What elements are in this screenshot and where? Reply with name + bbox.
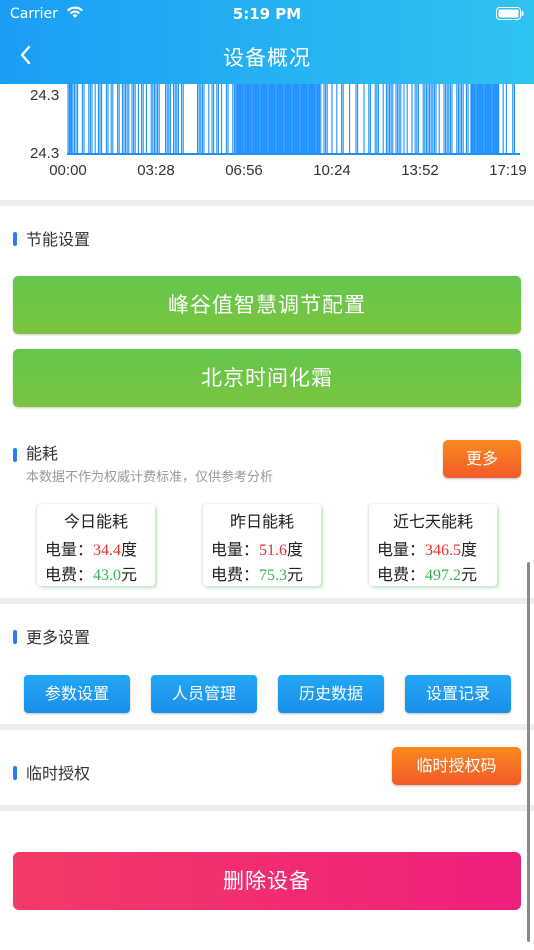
section-marker	[13, 766, 17, 780]
card-cost-row: 电费：43.0元	[45, 565, 138, 584]
status-bar: Carrier 5:19 PM	[0, 0, 534, 30]
chart-svg: 24.3 24.3 00:00 03:28 06:56 10:24 13:52 17:19	[30, 84, 527, 179]
page-title: 设备概况	[223, 46, 311, 70]
card-title: 近七天能耗	[392, 512, 473, 531]
battery-icon	[496, 7, 524, 20]
card-power-row: 电量：34.4度	[45, 540, 138, 559]
scrollbar[interactable]	[527, 562, 530, 942]
section-marker	[13, 232, 17, 246]
card-title: 今日能耗	[63, 512, 128, 531]
temperature-chart: 24.3 24.3 00:00 03:28 06:56 10:24 13:52 17:19	[0, 84, 534, 184]
card-power-row: 电量：51.6度	[211, 540, 304, 559]
x-tick-label: 17:19	[489, 162, 527, 179]
staff-management-button[interactable]: 人员管理	[151, 675, 257, 713]
y-tick-label: 24.3	[30, 145, 59, 162]
param-settings-button[interactable]: 参数设置	[24, 675, 130, 713]
section-marker	[13, 630, 17, 644]
more-settings-title: 更多设置	[13, 624, 90, 648]
x-tick-label: 03:28	[137, 162, 175, 179]
energy-card-seven-days: 近七天能耗 电量：346.5度 电费：497.2元	[369, 504, 497, 586]
delete-device-button[interactable]: 删除设备	[13, 852, 521, 910]
x-tick-label: 00:00	[49, 162, 87, 179]
energy-title	[13, 440, 26, 465]
section-divider	[0, 724, 534, 730]
energy-card-yesterday: 昨日能耗 电量：51.6度 电费：75.3元	[203, 504, 321, 586]
energy-title-text: 能耗	[26, 444, 59, 463]
x-axis-tick-labels: 00:00 03:28 06:56 10:24 13:52 17:19	[49, 162, 527, 179]
section-marker	[13, 448, 17, 462]
status-time: 5:19 PM	[232, 5, 302, 23]
card-power-row: 电量：346.5度	[377, 540, 478, 559]
y-tick-label: 24.3	[30, 87, 59, 104]
x-tick-label: 10:24	[313, 162, 351, 179]
history-data-button[interactable]: 历史数据	[278, 675, 384, 713]
x-tick-label: 13:52	[401, 162, 439, 179]
card-cost-row: 电费：497.2元	[377, 565, 478, 584]
temp-auth-code-button[interactable]: 临时授权码	[392, 747, 521, 785]
temp-auth-title: 临时授权	[13, 760, 90, 784]
more-button[interactable]: 更多	[443, 440, 521, 478]
section-divider	[0, 200, 534, 206]
section-divider	[0, 805, 534, 811]
nav-bar: 设备概况	[0, 34, 534, 78]
app-header: Carrier 5:19 PM 设备概况	[0, 0, 534, 84]
defrost-button[interactable]: 北京时间化霜	[13, 349, 521, 407]
energy-disclaimer: 本数据不作为权威计费标准，仅供参考分析	[26, 470, 274, 485]
card-cost-row: 电费：75.3元	[211, 565, 304, 584]
x-tick-label: 06:56	[225, 162, 263, 179]
chart-series-spikes	[67, 84, 515, 154]
peak-valley-config-button[interactable]: 峰谷值智慧调节配置	[13, 276, 521, 334]
energy-card-today: 今日能耗 电量：34.4度 电费：43.0元	[37, 504, 155, 586]
section-divider	[0, 598, 534, 604]
settings-log-button[interactable]: 设置记录	[405, 675, 511, 713]
energy-settings-title: 节能设置	[13, 226, 90, 250]
card-title: 昨日能耗	[229, 512, 294, 531]
